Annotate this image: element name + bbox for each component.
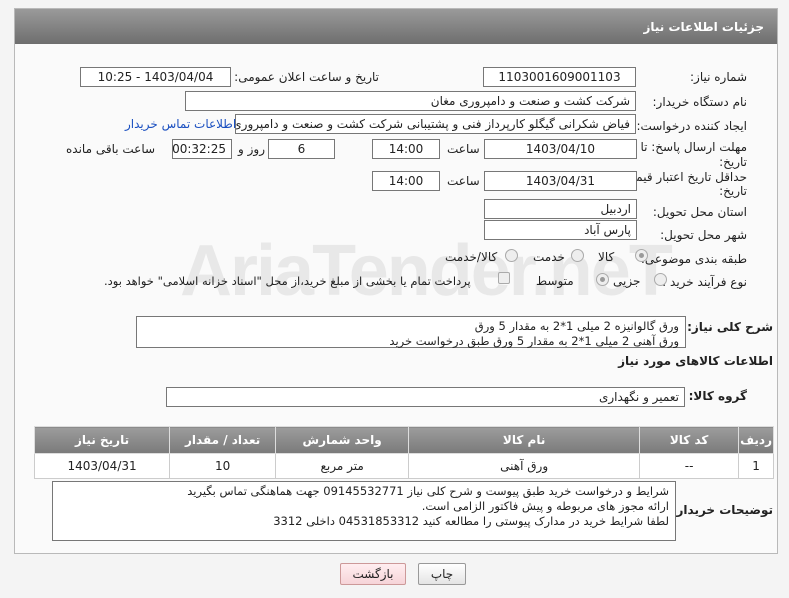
province-label: استان محل تحویل: (652, 205, 747, 219)
col-unit: واحد شمارش (275, 426, 410, 454)
summary-line-2: ورق آهنی 2 میلی 1*2 به مقدار 5 ورق طبق د… (389, 334, 679, 348)
creator-field: فیاض شکرانی گیگلو کارپرداز فنی و پشتیبان… (235, 114, 636, 134)
summary-line-1: ورق گالوانیزه 2 میلی 1*2 به مقدار 5 ورق (474, 319, 679, 333)
process-type-label: نوع فرآیند خرید : (662, 275, 747, 289)
print-button[interactable]: چاپ (418, 563, 466, 585)
notes-line-3: لطفا شرایط خرید در مدارک پیوستی را مطالع… (273, 514, 669, 528)
page-title: جزئیات اطلاعات نیاز (643, 20, 764, 34)
col-row: ردیف (738, 426, 774, 454)
back-button[interactable]: بازگشت (340, 563, 406, 585)
announce-label: تاریخ و ساعت اعلان عمومی: (234, 70, 379, 84)
notes-line-1: شرایط و درخواست خرید طبق پیوست و شرح کلی… (187, 484, 669, 498)
city-field: پارس آباد (484, 220, 637, 240)
summary-textarea: ورق گالوانیزه 2 میلی 1*2 به مقدار 5 ورق … (136, 316, 686, 348)
validity-label-date: تاریخ: (719, 184, 747, 198)
deadline-time-field: 14:00 (372, 139, 440, 159)
page-header: جزئیات اطلاعات نیاز (15, 9, 777, 44)
buyer-org-label: نام دستگاه خریدار: (652, 95, 748, 109)
buyer-notes-textarea: شرایط و درخواست خرید طبق پیوست و شرح کلی… (52, 481, 676, 541)
treasury-payment-note: پرداخت تمام یا بخشی از مبلغ خرید،از محل … (104, 274, 471, 288)
deadline-date-field: 1403/04/10 (484, 139, 637, 159)
process-minor-label: جزیی (613, 274, 641, 288)
validity-time-field: 14:00 (372, 171, 440, 191)
process-medium-label: متوسط (536, 274, 574, 288)
buyer-contact-link[interactable]: اطلاعات تماس خریدار (125, 117, 236, 131)
col-qty: تعداد / مقدار (169, 426, 277, 454)
category-service-label: خدمت (533, 250, 565, 264)
time-remaining-field: 00:32:25 (172, 139, 232, 159)
cell-date: 1403/04/31 (33, 453, 171, 479)
table-row: 1 -- ورق آهنی متر مربع 10 1403/04/31 (33, 453, 774, 479)
time-remaining-label: ساعت باقی مانده (66, 142, 156, 156)
deadline-time-label: ساعت (447, 142, 480, 156)
cell-unit: متر مربع (275, 453, 410, 479)
cell-name: ورق آهنی (408, 453, 641, 479)
category-goods-radio[interactable] (635, 249, 648, 262)
days-remaining-field: 6 (268, 139, 335, 159)
category-goods-label: کالا (598, 250, 615, 264)
validity-time-label: ساعت (447, 174, 480, 188)
goods-table-header: ردیف کد کالا نام کالا واحد شمارش تعداد /… (33, 426, 774, 454)
col-code: کد کالا (639, 426, 740, 454)
announce-field: 1403/04/04 - 10:25 (80, 67, 231, 87)
category-label: طبقه بندی موضوعی: (640, 252, 747, 266)
city-label: شهر محل تحویل: (660, 228, 747, 242)
col-date: تاریخ نیاز (33, 426, 171, 454)
buyer-org-field: شرکت کشت و صنعت و دامپروری مغان (185, 91, 636, 111)
summary-label: شرح کلی نیاز: (687, 320, 773, 334)
cell-row: 1 (738, 453, 774, 479)
category-service-radio[interactable] (571, 249, 584, 262)
treasury-payment-checkbox[interactable] (498, 272, 510, 284)
category-both-label: کالا/خدمت (445, 250, 498, 264)
days-label: روز و (238, 142, 265, 156)
validity-date-field: 1403/04/31 (484, 171, 637, 191)
province-field: اردبیل (484, 199, 637, 219)
cell-qty: 10 (169, 453, 277, 479)
need-number-field: 1103001609001103 (483, 67, 636, 87)
goods-group-label: گروه کالا: (688, 389, 747, 403)
goods-table: ردیف کد کالا نام کالا واحد شمارش تعداد /… (33, 426, 774, 479)
deadline-label: مهلت ارسال پاسخ: تا (640, 140, 747, 154)
creator-label: ایجاد کننده درخواست: (636, 119, 747, 133)
buyer-notes-label: توضیحات خریدار: (671, 503, 773, 517)
col-name: نام کالا (408, 426, 641, 454)
need-number-label: شماره نیاز: (690, 70, 747, 84)
process-minor-radio[interactable] (654, 273, 667, 286)
process-medium-radio[interactable] (596, 273, 609, 286)
goods-section-title: اطلاعات کالاهای مورد نیاز (618, 354, 773, 368)
cell-code: -- (639, 453, 740, 479)
category-both-radio[interactable] (505, 249, 518, 262)
goods-group-field: تعمیر و نگهداری (166, 387, 685, 407)
deadline-label-date: تاریخ: (719, 155, 747, 169)
notes-line-2: ارائه مجوز های مربوطه و پیش فاکتور الزام… (421, 499, 669, 513)
